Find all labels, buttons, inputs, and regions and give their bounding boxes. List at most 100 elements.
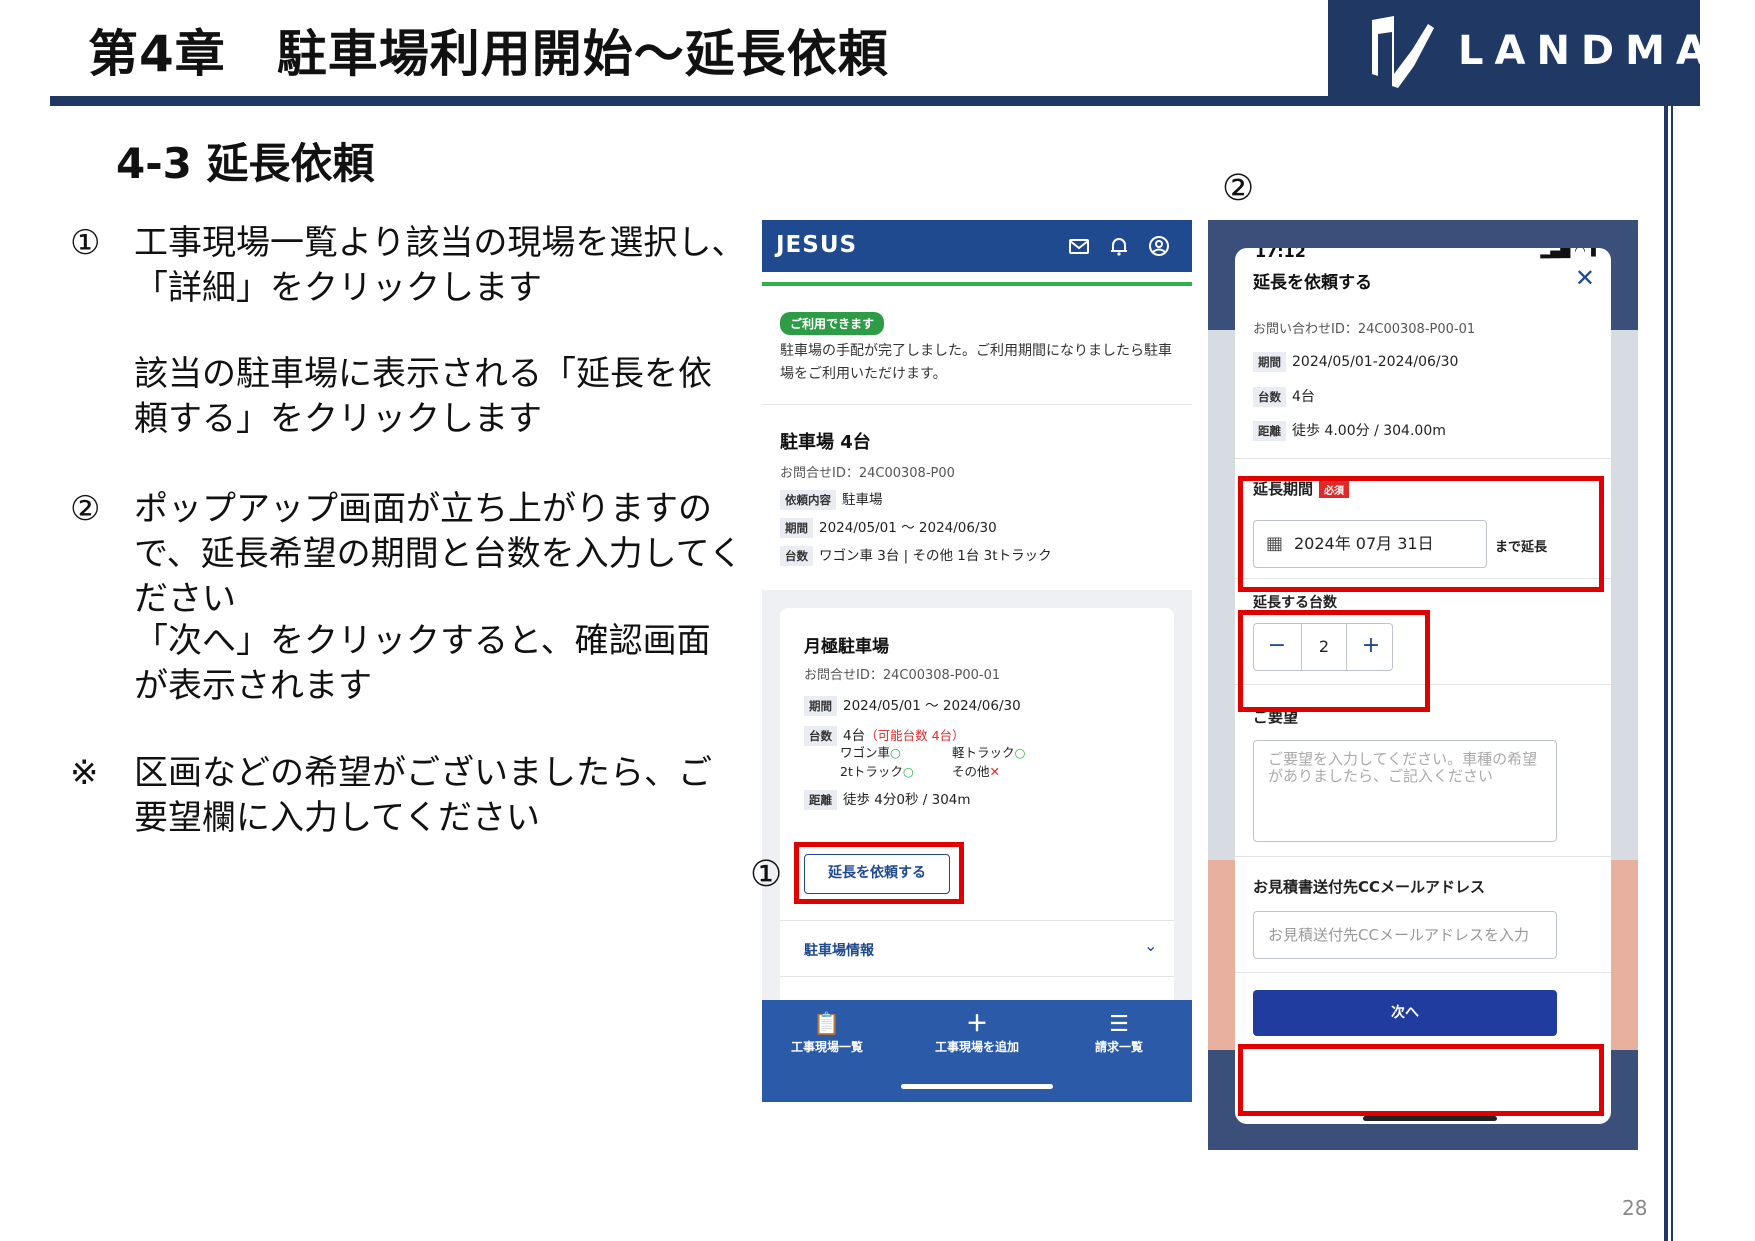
- chevron-down-icon[interactable]: ⌄: [1144, 936, 1157, 955]
- divider: [780, 976, 1174, 977]
- highlight-extension-period: [1238, 476, 1604, 592]
- content-tag: 依頼内容: [780, 490, 836, 510]
- period-tag: 期間: [780, 518, 813, 538]
- modal-count: 4台: [1292, 389, 1315, 405]
- account-icon[interactable]: [1148, 235, 1170, 257]
- parking-card: 月極駐車場 お問合せID：24C00308-P00-01 期間 2024/05/0…: [780, 608, 1174, 1028]
- request-count-row: 台数 ワゴン車 3台 | その他 1台 3tトラック: [780, 544, 1052, 566]
- section-title: 4-3 延長依頼: [116, 139, 375, 188]
- status-time: 17:12: [1255, 248, 1306, 261]
- distance-tag: 距離: [1253, 421, 1286, 441]
- cc-email-input[interactable]: お見積送付先CCメールアドレスを入力: [1253, 911, 1557, 959]
- step-2-text-b: 「次へ」をクリックすると、確認画面が表示されます: [134, 621, 711, 706]
- parking-info-link[interactable]: 駐車場情報: [804, 940, 874, 960]
- mail-icon[interactable]: [1068, 235, 1090, 257]
- modal-period: 2024/05/01-2024/06/30: [1292, 354, 1459, 370]
- step-1-text-a: 工事現場一覧より該当の現場を選択し、「詳細」をクリックします: [134, 223, 746, 308]
- app-header: JESUS: [762, 220, 1192, 272]
- modal-inquiry-id: お問い合わせID：24C00308-P00-01: [1253, 322, 1476, 337]
- right-border-line: [1664, 104, 1668, 1241]
- status-message: 駐車場の手配が完了しました。ご利用期間になりましたら駐車場をご利用いただけます。: [780, 343, 1172, 382]
- available-mark-icon: ○: [890, 745, 901, 760]
- close-icon[interactable]: ✕: [1575, 264, 1595, 292]
- signal-wifi-battery-icon: ▂▄▆ ◠ ▮: [1540, 248, 1597, 259]
- step-2-text-a: ポップアップ画面が立ち上がりますので、延長希望の期間と台数を入力してください: [134, 489, 743, 619]
- parking-distance: 徒歩 4分0秒 / 304m: [843, 792, 971, 808]
- request-title: 駐車場 4台: [780, 432, 871, 453]
- step-1-text-b: 該当の駐車場に表示される「延長を依頼する」をクリックします: [134, 354, 712, 439]
- highlight-next-button: [1238, 1044, 1604, 1116]
- request-count: ワゴン車 3台 | その他 1台 3tトラック: [819, 548, 1052, 564]
- divider: [1235, 458, 1611, 459]
- request-textarea[interactable]: ご要望を入力してください。車種の希望がありましたら、ご記入ください: [1253, 740, 1557, 842]
- extension-count-label: 延長する台数: [1253, 595, 1337, 611]
- next-button[interactable]: 次へ: [1253, 990, 1557, 1036]
- count-tag: 台数: [804, 726, 837, 746]
- callout-1: ①: [750, 854, 783, 895]
- nav-label: 工事現場を追加: [934, 1040, 1019, 1054]
- landmark-logo-icon: [1372, 16, 1434, 88]
- nav-label: 工事現場一覧: [790, 1040, 863, 1054]
- phone-screen-site-detail: JESUS ご利用できます 駐車場の手配が完了しました。ご利用期間になりましたら…: [762, 220, 1192, 1102]
- clipboard-icon: 📋: [813, 1012, 841, 1037]
- landmark-logo-text: LANDMARK: [1458, 28, 1755, 74]
- nav-label: 請求一覧: [1094, 1040, 1143, 1054]
- period-tag: 期間: [1253, 352, 1286, 372]
- highlight-extend-button: [794, 842, 964, 904]
- divider: [762, 404, 1192, 405]
- nav-add-site[interactable]: ＋ 工事現場を追加: [912, 1012, 1042, 1055]
- modal-distance: 徒歩 4.00分 / 304.00m: [1292, 423, 1446, 439]
- home-indicator: [901, 1084, 1053, 1089]
- parking-period-row: 期間 2024/05/01 ～ 2024/06/30: [804, 694, 1021, 716]
- status-badge: ご利用できます: [780, 312, 885, 335]
- count-tag: 台数: [1253, 387, 1286, 407]
- highlight-extension-count: [1238, 610, 1430, 712]
- modal-distance-row: 距離 徒歩 4.00分 / 304.00m: [1253, 420, 1446, 441]
- page-number: 28: [1622, 1196, 1648, 1220]
- note-text: 区画などの希望がございましたら、ご要望欄に入力してください: [134, 753, 712, 838]
- period-tag: 期間: [804, 696, 837, 716]
- request-content: 駐車場: [842, 492, 883, 508]
- vehicle-label: その他: [952, 764, 990, 779]
- request-content-row: 依頼内容 駐車場: [780, 488, 883, 510]
- vehicle-label: 軽トラック: [952, 745, 1015, 760]
- vehicle-wagon: ワゴン車○: [840, 742, 901, 761]
- vehicle-light-truck: 軽トラック○: [952, 742, 1025, 761]
- modal-title: 延長を依頼する: [1253, 273, 1372, 293]
- slide-title: 第4章 駐車場利用開始～延長依頼: [88, 25, 889, 83]
- available-count: （可能台数 4台）: [865, 728, 965, 743]
- callout-2: ②: [1222, 168, 1255, 209]
- list-icon: ☰: [1109, 1012, 1129, 1037]
- cc-email-label: お見積書送付先CCメールアドレス: [1253, 878, 1486, 896]
- plus-icon: ＋: [965, 1012, 988, 1037]
- count-tag: 台数: [780, 546, 813, 566]
- right-border-line-inner: [1671, 104, 1673, 1241]
- landmark-logo: LANDMARK: [1328, 0, 1755, 104]
- available-mark-icon: ○: [1014, 745, 1026, 760]
- request-inquiry-id: お問合せID：24C00308-P00: [780, 466, 955, 481]
- nav-site-list[interactable]: 📋 工事現場一覧: [762, 1012, 892, 1055]
- step-2-number: ②: [70, 489, 101, 529]
- request-period: 2024/05/01 ～ 2024/06/30: [819, 520, 997, 536]
- home-indicator: [1363, 1116, 1497, 1121]
- divider: [1235, 972, 1611, 973]
- unavailable-mark-icon: ✕: [989, 764, 1000, 779]
- step-1-number: ①: [70, 223, 101, 263]
- status-bar-green: [762, 282, 1192, 286]
- note-mark: ※: [70, 753, 99, 793]
- request-period-row: 期間 2024/05/01 ～ 2024/06/30: [780, 516, 997, 538]
- vehicle-2t-truck: 2tトラック○: [840, 761, 914, 780]
- parking-inquiry-id: お問合せID：24C00308-P00-01: [804, 668, 1001, 683]
- parking-distance-row: 距離 徒歩 4分0秒 / 304m: [804, 788, 971, 810]
- modal-count-row: 台数 4台: [1253, 386, 1315, 407]
- distance-tag: 距離: [804, 790, 837, 810]
- bell-icon[interactable]: [1108, 235, 1130, 257]
- vehicle-other: その他✕: [952, 761, 1000, 780]
- jesus-logo: JESUS: [776, 232, 858, 258]
- parking-card-title: 月極駐車場: [804, 637, 889, 657]
- vehicle-label: 2tトラック: [840, 764, 903, 779]
- available-mark-icon: ○: [902, 764, 914, 779]
- divider: [780, 920, 1174, 921]
- nav-invoice-list[interactable]: ☰ 請求一覧: [1054, 1012, 1184, 1055]
- modal-period-row: 期間 2024/05/01-2024/06/30: [1253, 352, 1458, 372]
